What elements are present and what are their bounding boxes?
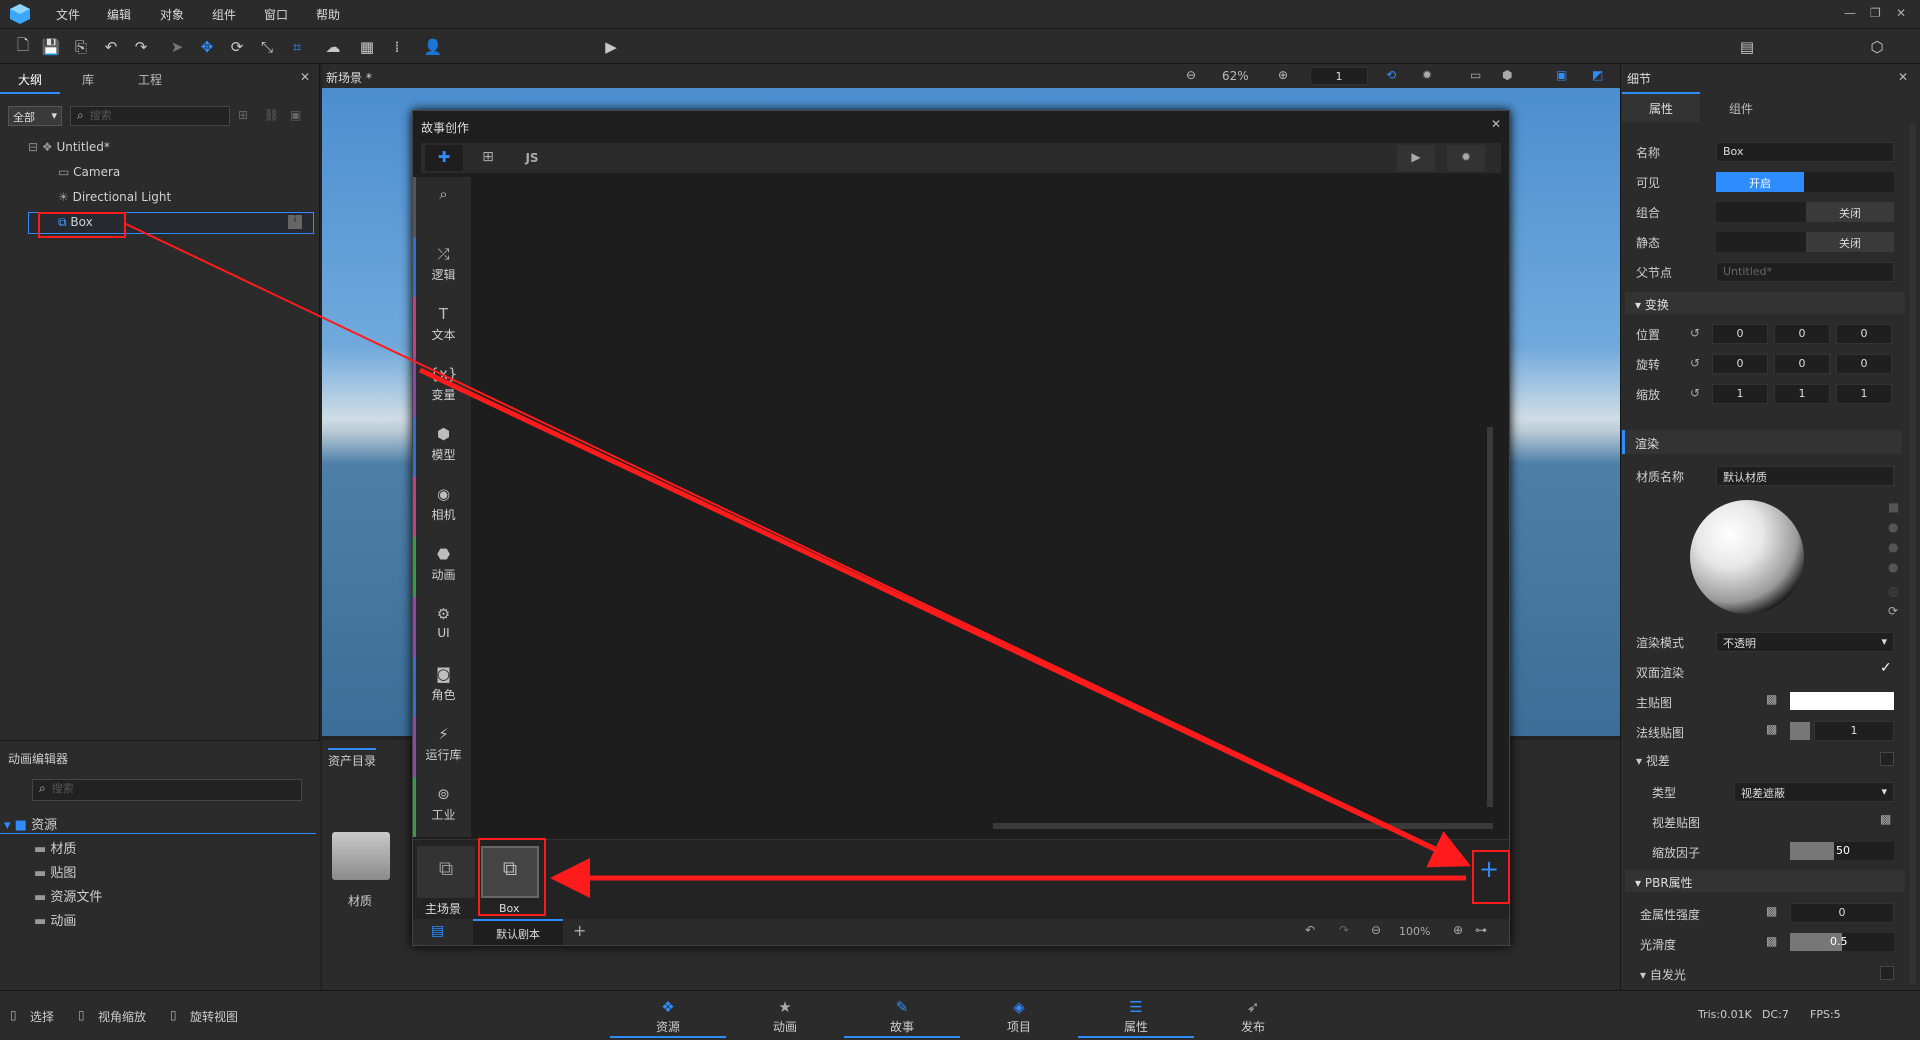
arrow-line-to-add xyxy=(418,367,1472,868)
annotation-arrows xyxy=(125,223,1472,898)
